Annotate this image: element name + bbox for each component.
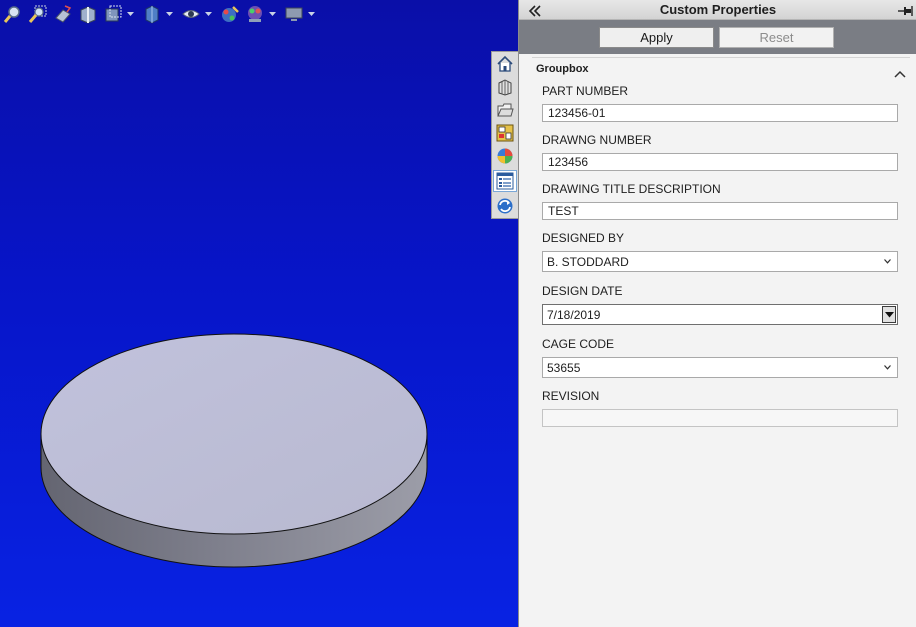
drawing-title-field[interactable]: TEST (542, 202, 898, 220)
chevron-up-icon[interactable] (894, 63, 906, 78)
view-palette-icon[interactable] (493, 122, 517, 144)
task-pane-tab-strip (491, 51, 518, 219)
design-date-value: 7/18/2019 (547, 308, 601, 322)
revision-label: REVISION (542, 389, 600, 403)
designed-by-combobox[interactable]: B. STODDARD (542, 251, 898, 272)
reset-button[interactable]: Reset (719, 27, 834, 48)
revision-field[interactable] (542, 409, 898, 427)
part-number-field[interactable]: 123456-01 (542, 104, 898, 122)
groupbox-header[interactable]: Groupbox (532, 57, 910, 79)
cage-code-combobox[interactable]: 53655 (542, 357, 898, 378)
appearances-icon[interactable] (493, 145, 517, 167)
designed-by-value: B. STODDARD (547, 255, 629, 269)
custom-properties-panel: Custom Properties Apply Reset Groupbox P… (518, 0, 916, 627)
design-library-icon[interactable] (493, 76, 517, 98)
cage-code-value: 53655 (547, 361, 581, 375)
home-icon[interactable] (493, 53, 517, 75)
chevron-down-icon[interactable] (884, 259, 891, 264)
panel-title-bar: Custom Properties (519, 0, 916, 20)
panel-button-bar: Apply Reset (519, 20, 916, 54)
date-dropdown-button[interactable] (882, 306, 896, 323)
part-number-label: PART NUMBER (542, 84, 629, 98)
design-date-label: DESIGN DATE (542, 284, 623, 298)
drawing-title-label: DRAWING TITLE DESCRIPTION (542, 182, 721, 196)
pin-icon[interactable] (897, 3, 913, 17)
drawing-number-label: DRAWNG NUMBER (542, 133, 652, 147)
drawing-number-field[interactable]: 123456 (542, 153, 898, 171)
design-date-picker[interactable]: 7/18/2019 (542, 304, 898, 325)
apply-button[interactable]: Apply (599, 27, 714, 48)
groupbox-title: Groupbox (536, 63, 589, 75)
graphics-viewport[interactable] (0, 0, 518, 627)
chevron-down-icon[interactable] (884, 365, 891, 370)
triangle-down-icon (884, 311, 894, 317)
designed-by-label: DESIGNED BY (542, 231, 625, 245)
cage-code-label: CAGE CODE (542, 337, 615, 351)
cylinder-part-model[interactable] (0, 0, 518, 627)
solidworks-forum-icon[interactable] (493, 195, 517, 217)
file-explorer-icon[interactable] (493, 99, 517, 121)
cylinder-top-face (40, 333, 428, 535)
custom-properties-icon[interactable] (493, 170, 517, 192)
panel-title: Custom Properties (659, 2, 777, 17)
